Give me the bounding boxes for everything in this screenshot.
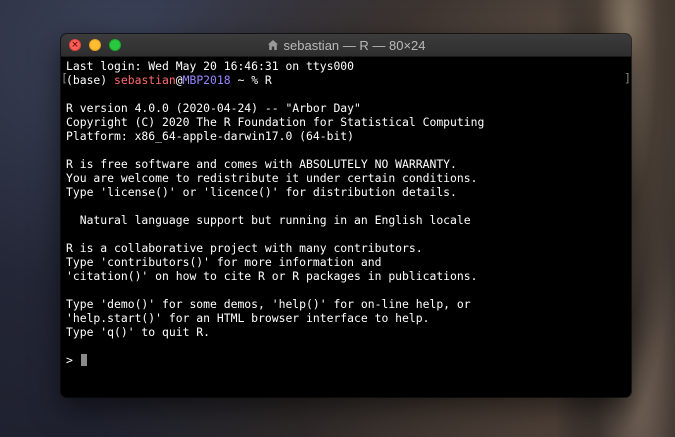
output-line: 'help.start()' for an HTML browser inter…	[66, 311, 430, 325]
mark-bracket-right: ]	[624, 71, 631, 85]
output-line: Natural language support but running in …	[66, 213, 471, 227]
prompt-at: @	[175, 73, 183, 87]
output-line: You are welcome to redistribute it under…	[66, 171, 478, 185]
window-title: sebastian — R — 80×24	[61, 34, 631, 56]
prompt-host: MBP2018	[182, 73, 231, 87]
output-line: Type 'demo()' for some demos, 'help()' f…	[66, 297, 471, 311]
r-prompt-line[interactable]: >	[66, 353, 626, 367]
terminal-output[interactable]: Last login: Wed May 20 16:46:31 on ttys0…	[61, 57, 631, 397]
output-line: Platform: x86_64-apple-darwin17.0 (64-bi…	[66, 129, 355, 143]
output-line: Type 'license()' or 'licence()' for dist…	[66, 185, 457, 199]
output-line: Copyright (C) 2020 The R Foundation for …	[66, 115, 485, 129]
prompt-user: sebastian	[114, 73, 176, 87]
output-line: Type 'q()' to quit R.	[66, 325, 211, 339]
window-title-text: sebastian — R — 80×24	[283, 37, 426, 53]
home-folder-icon	[267, 40, 278, 50]
output-line: Type 'contributors()' for more informati…	[66, 255, 382, 269]
output-line: R is free software and comes with ABSOLU…	[66, 157, 457, 171]
output-line: R version 4.0.0 (2020-04-24) -- "Arbor D…	[66, 101, 361, 115]
text-cursor	[80, 354, 87, 366]
login-line: Last login: Wed May 20 16:46:31 on ttys0…	[66, 59, 355, 73]
r-startup-output: R version 4.0.0 (2020-04-24) -- "Arbor D…	[66, 87, 626, 353]
title-bar[interactable]: × sebastian — R — 80×24	[61, 34, 631, 57]
output-line: 'citation()' on how to cite R or R packa…	[66, 269, 478, 283]
shell-prompt-line: (base) sebastian@MBP2018 ~ % R	[66, 73, 626, 87]
conda-env: (base)	[66, 73, 115, 87]
mark-bracket-left: [	[61, 71, 68, 85]
prompt-command: ~ % R	[230, 73, 272, 87]
terminal-window[interactable]: × sebastian — R — 80×24 Last login: Wed …	[61, 34, 631, 397]
output-line: R is a collaborative project with many c…	[66, 241, 423, 255]
r-prompt: >	[66, 353, 80, 367]
